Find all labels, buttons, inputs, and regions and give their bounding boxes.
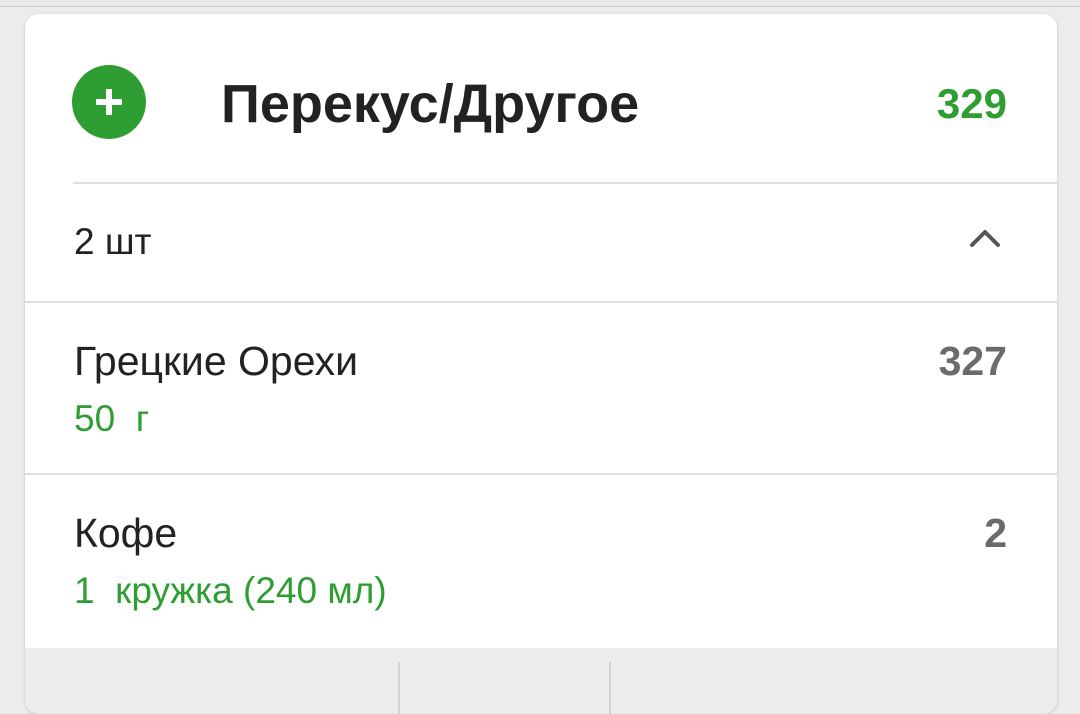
meal-total-calories: 329 [936, 80, 1007, 127]
food-calories: 327 [938, 338, 1007, 384]
add-food-button[interactable] [72, 65, 146, 139]
items-count-label: 2 шт [74, 221, 152, 262]
chevron-up-icon[interactable] [969, 228, 1001, 248]
food-name: Грецкие Орехи [74, 338, 359, 384]
card-footer [25, 648, 1057, 714]
food-item-coffee[interactable]: Кофе 1 кружка (240 мл) 2 [25, 475, 1057, 645]
food-name: Кофе [74, 510, 178, 556]
food-calories: 2 [984, 510, 1007, 556]
footer-separator [609, 662, 611, 714]
food-amount: 1 кружка (240 мл) [74, 570, 387, 611]
meal-title: Перекус/Другое [221, 74, 640, 134]
items-count-toggle[interactable]: 2 шт [25, 184, 1057, 301]
footer-separator [398, 662, 400, 714]
top-divider [0, 0, 1080, 7]
food-item-walnuts[interactable]: Грецкие Орехи 50 г 327 [25, 303, 1057, 473]
meal-header: Перекус/Другое 329 [25, 14, 1057, 184]
food-amount: 50 г [74, 398, 150, 439]
meal-card: Перекус/Другое 329 2 шт Грецкие Орехи 50… [25, 14, 1057, 714]
